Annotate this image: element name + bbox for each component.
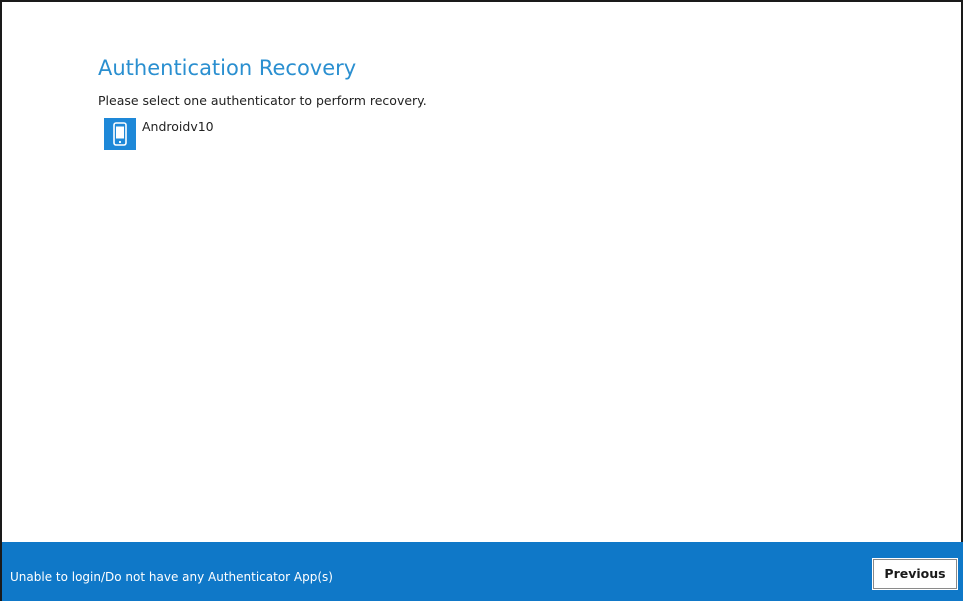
mobile-phone-icon — [104, 118, 136, 150]
unable-to-login-link[interactable]: Unable to login/Do not have any Authenti… — [10, 569, 333, 585]
instruction-text: Please select one authenticator to perfo… — [98, 93, 427, 108]
authenticator-name: Androidv10 — [142, 119, 214, 134]
page-title: Authentication Recovery — [98, 56, 357, 80]
authenticator-item[interactable]: Androidv10 — [104, 118, 921, 152]
footer-bar: Unable to login/Do not have any Authenti… — [2, 542, 963, 601]
main-content: Authentication Recovery Please select on… — [98, 54, 921, 152]
recovery-window: Authentication Recovery Please select on… — [0, 0, 963, 601]
previous-button[interactable]: Previous — [873, 559, 957, 589]
